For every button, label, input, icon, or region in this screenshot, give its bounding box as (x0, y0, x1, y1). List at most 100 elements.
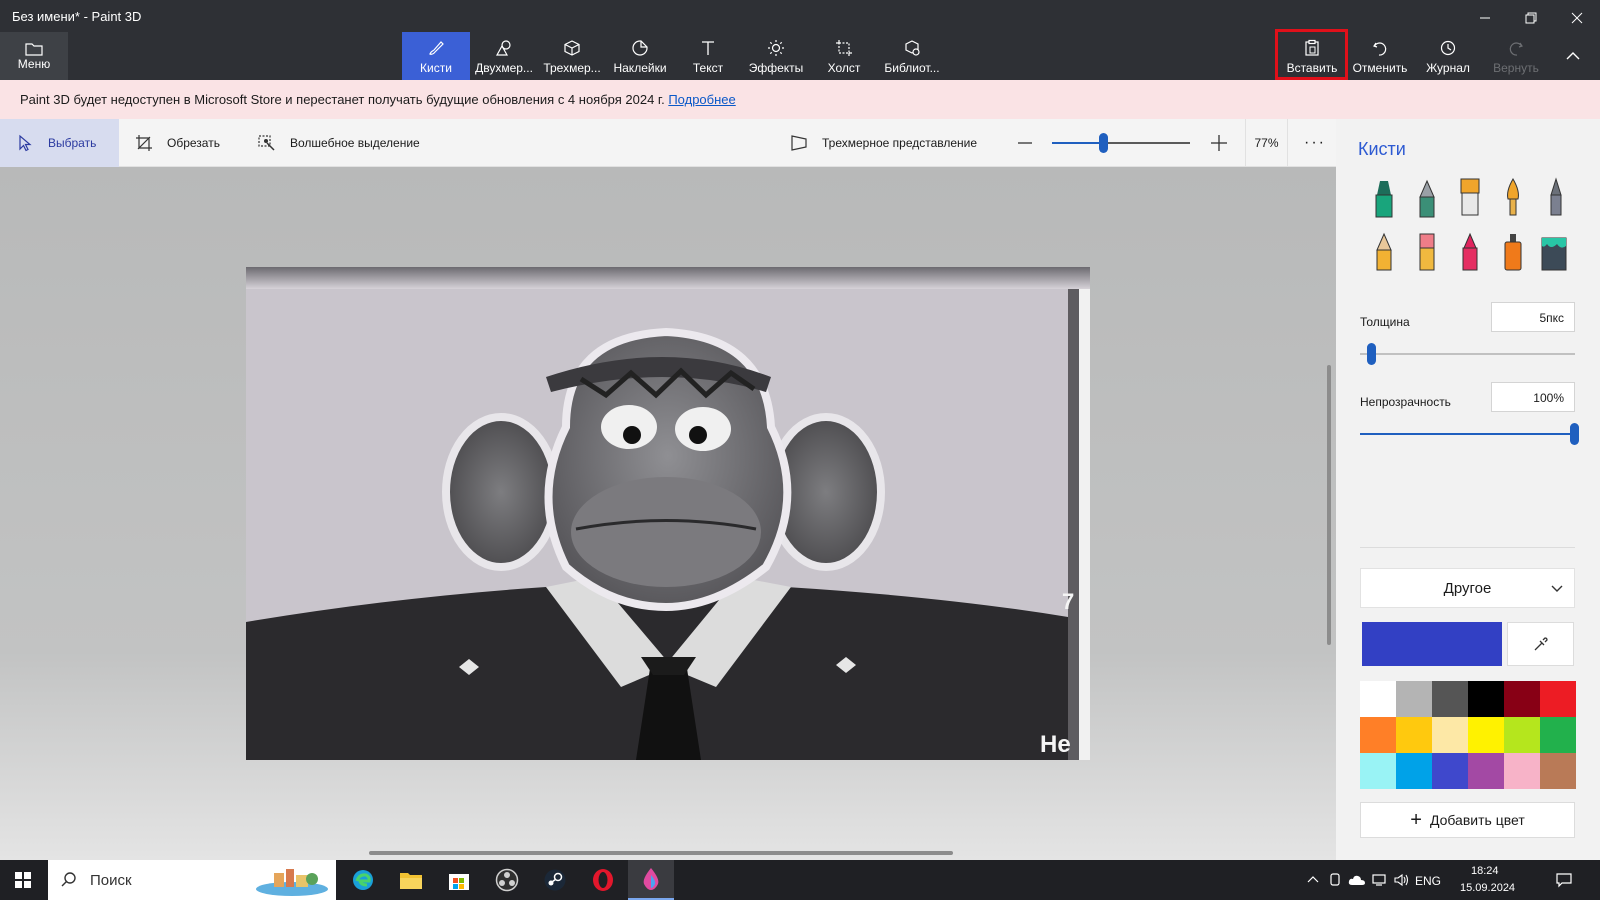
zoom-percentage[interactable]: 77% (1245, 119, 1288, 167)
tab-effects[interactable]: Эффекты (742, 32, 810, 80)
zoom-slider-thumb[interactable] (1099, 133, 1108, 153)
opacity-input[interactable]: 100% (1491, 382, 1575, 412)
palette-swatch[interactable] (1504, 753, 1540, 789)
opacity-slider-track[interactable] (1360, 433, 1575, 435)
taskbar-search[interactable]: Поиск (48, 860, 336, 900)
palette-swatch[interactable] (1468, 753, 1504, 789)
history-button[interactable]: Журнал (1414, 32, 1482, 80)
taskbar-explorer[interactable] (388, 860, 434, 900)
3d-view-label: Трехмерное представление (822, 136, 978, 150)
horizontal-scrollbar[interactable] (369, 851, 953, 855)
notifications-icon[interactable] (1556, 872, 1572, 888)
collapse-ribbon-button[interactable] (1550, 32, 1596, 80)
eraser-icon[interactable] (1412, 232, 1442, 272)
select-button[interactable]: Выбрать (0, 119, 119, 167)
tab-text[interactable]: Текст (674, 32, 742, 80)
taskbar-edge[interactable] (340, 860, 386, 900)
zoom-out-button[interactable] (1016, 119, 1048, 167)
onedrive-icon[interactable] (1348, 874, 1366, 886)
start-button[interactable] (0, 860, 46, 900)
paste-highlight-box (1275, 29, 1348, 80)
palette-swatch[interactable] (1396, 681, 1432, 717)
minimize-icon (1480, 17, 1490, 19)
menu-button[interactable]: Меню (0, 32, 68, 80)
language-indicator[interactable]: ENG (1415, 874, 1441, 888)
palette-swatch[interactable] (1468, 681, 1504, 717)
thickness-input[interactable]: 5пкс (1491, 302, 1575, 332)
zoom-in-button[interactable] (1210, 119, 1242, 167)
add-color-button[interactable]: + Добавить цвет (1360, 802, 1575, 838)
palette-swatch[interactable] (1360, 717, 1396, 753)
fill-icon[interactable] (1539, 232, 1569, 272)
chevron-up-icon (1566, 52, 1580, 60)
canvas-workspace[interactable]: 7 Не (0, 167, 1336, 860)
calligraphy-pen-icon[interactable] (1412, 179, 1442, 219)
tab-library-label: Библиот... (884, 61, 940, 75)
tab-library[interactable]: Библиот... (878, 32, 946, 80)
chevron-up-icon[interactable] (1307, 874, 1319, 886)
clock-time[interactable]: 18:24 (1471, 865, 1499, 877)
close-button[interactable] (1554, 4, 1600, 32)
paint3d-icon (643, 868, 659, 890)
meet-now-icon[interactable] (1328, 873, 1342, 887)
crayon-icon[interactable] (1455, 232, 1485, 272)
restore-button[interactable] (1508, 4, 1554, 32)
taskbar-steam[interactable] (532, 860, 578, 900)
spray-can-icon[interactable] (1498, 232, 1528, 272)
palette-swatch[interactable] (1504, 717, 1540, 753)
pencil-icon[interactable] (1369, 232, 1399, 272)
palette-swatch[interactable] (1396, 717, 1432, 753)
clock-date[interactable]: 15.09.2024 (1460, 882, 1515, 894)
learn-more-link[interactable]: Подробнее (668, 92, 735, 107)
palette-swatch[interactable] (1432, 681, 1468, 717)
tab-3d-shapes[interactable]: Трехмер... (538, 32, 606, 80)
taskbar-obs[interactable] (484, 860, 530, 900)
eyedropper-button[interactable] (1507, 622, 1574, 666)
pixel-pen-icon[interactable] (1541, 177, 1571, 217)
tab-brushes[interactable]: Кисти (402, 32, 470, 80)
color-mode-value: Другое (1443, 579, 1492, 597)
crop-button[interactable]: Обрезать (135, 119, 220, 167)
palette-swatch[interactable] (1468, 717, 1504, 753)
thickness-slider-thumb[interactable] (1367, 343, 1376, 365)
3d-view-toggle[interactable]: Трехмерное представление (790, 119, 977, 167)
folder-icon (25, 43, 43, 56)
taskbar-opera[interactable] (580, 860, 626, 900)
search-highlight-illustration (256, 869, 328, 896)
more-options-button[interactable]: ··· (1304, 119, 1326, 167)
palette-swatch[interactable] (1504, 681, 1540, 717)
color-mode-dropdown[interactable]: Другое (1360, 568, 1575, 608)
palette-swatch[interactable] (1360, 753, 1396, 789)
vertical-scrollbar[interactable] (1327, 365, 1331, 645)
palette-swatch[interactable] (1540, 753, 1576, 789)
minimize-button[interactable] (1462, 4, 1508, 32)
palette-swatch[interactable] (1540, 681, 1576, 717)
tab-canvas[interactable]: Холст (810, 32, 878, 80)
close-icon (1571, 12, 1583, 24)
watercolor-icon[interactable] (1498, 177, 1528, 217)
tab-stickers-label: Наклейки (613, 61, 667, 75)
palette-swatch[interactable] (1432, 717, 1468, 753)
redo-button[interactable]: Вернуть (1482, 32, 1550, 80)
opacity-slider-thumb[interactable] (1570, 423, 1579, 445)
magic-select-button[interactable]: Волшебное выделение (258, 119, 420, 167)
palette-swatch[interactable] (1360, 681, 1396, 717)
3d-shapes-icon (564, 40, 580, 56)
canvas-image[interactable]: 7 Не (246, 267, 1090, 760)
marker-icon[interactable] (1369, 179, 1399, 219)
palette-swatch[interactable] (1432, 753, 1468, 789)
thickness-slider-track[interactable] (1360, 353, 1575, 355)
palette-swatch[interactable] (1396, 753, 1432, 789)
tab-stickers[interactable]: Наклейки (606, 32, 674, 80)
palette-swatch[interactable] (1540, 717, 1576, 753)
opacity-label: Непрозрачность (1360, 395, 1451, 409)
network-icon[interactable] (1372, 873, 1388, 887)
text-icon (702, 41, 714, 55)
undo-button[interactable]: Отменить (1346, 32, 1414, 80)
oil-brush-icon[interactable] (1455, 177, 1485, 217)
tab-2d-shapes[interactable]: Двухмер... (470, 32, 538, 80)
taskbar-paint3d[interactable] (628, 860, 674, 900)
volume-icon[interactable] (1394, 873, 1410, 887)
current-color-swatch[interactable] (1362, 622, 1502, 666)
taskbar-store[interactable] (436, 860, 482, 900)
